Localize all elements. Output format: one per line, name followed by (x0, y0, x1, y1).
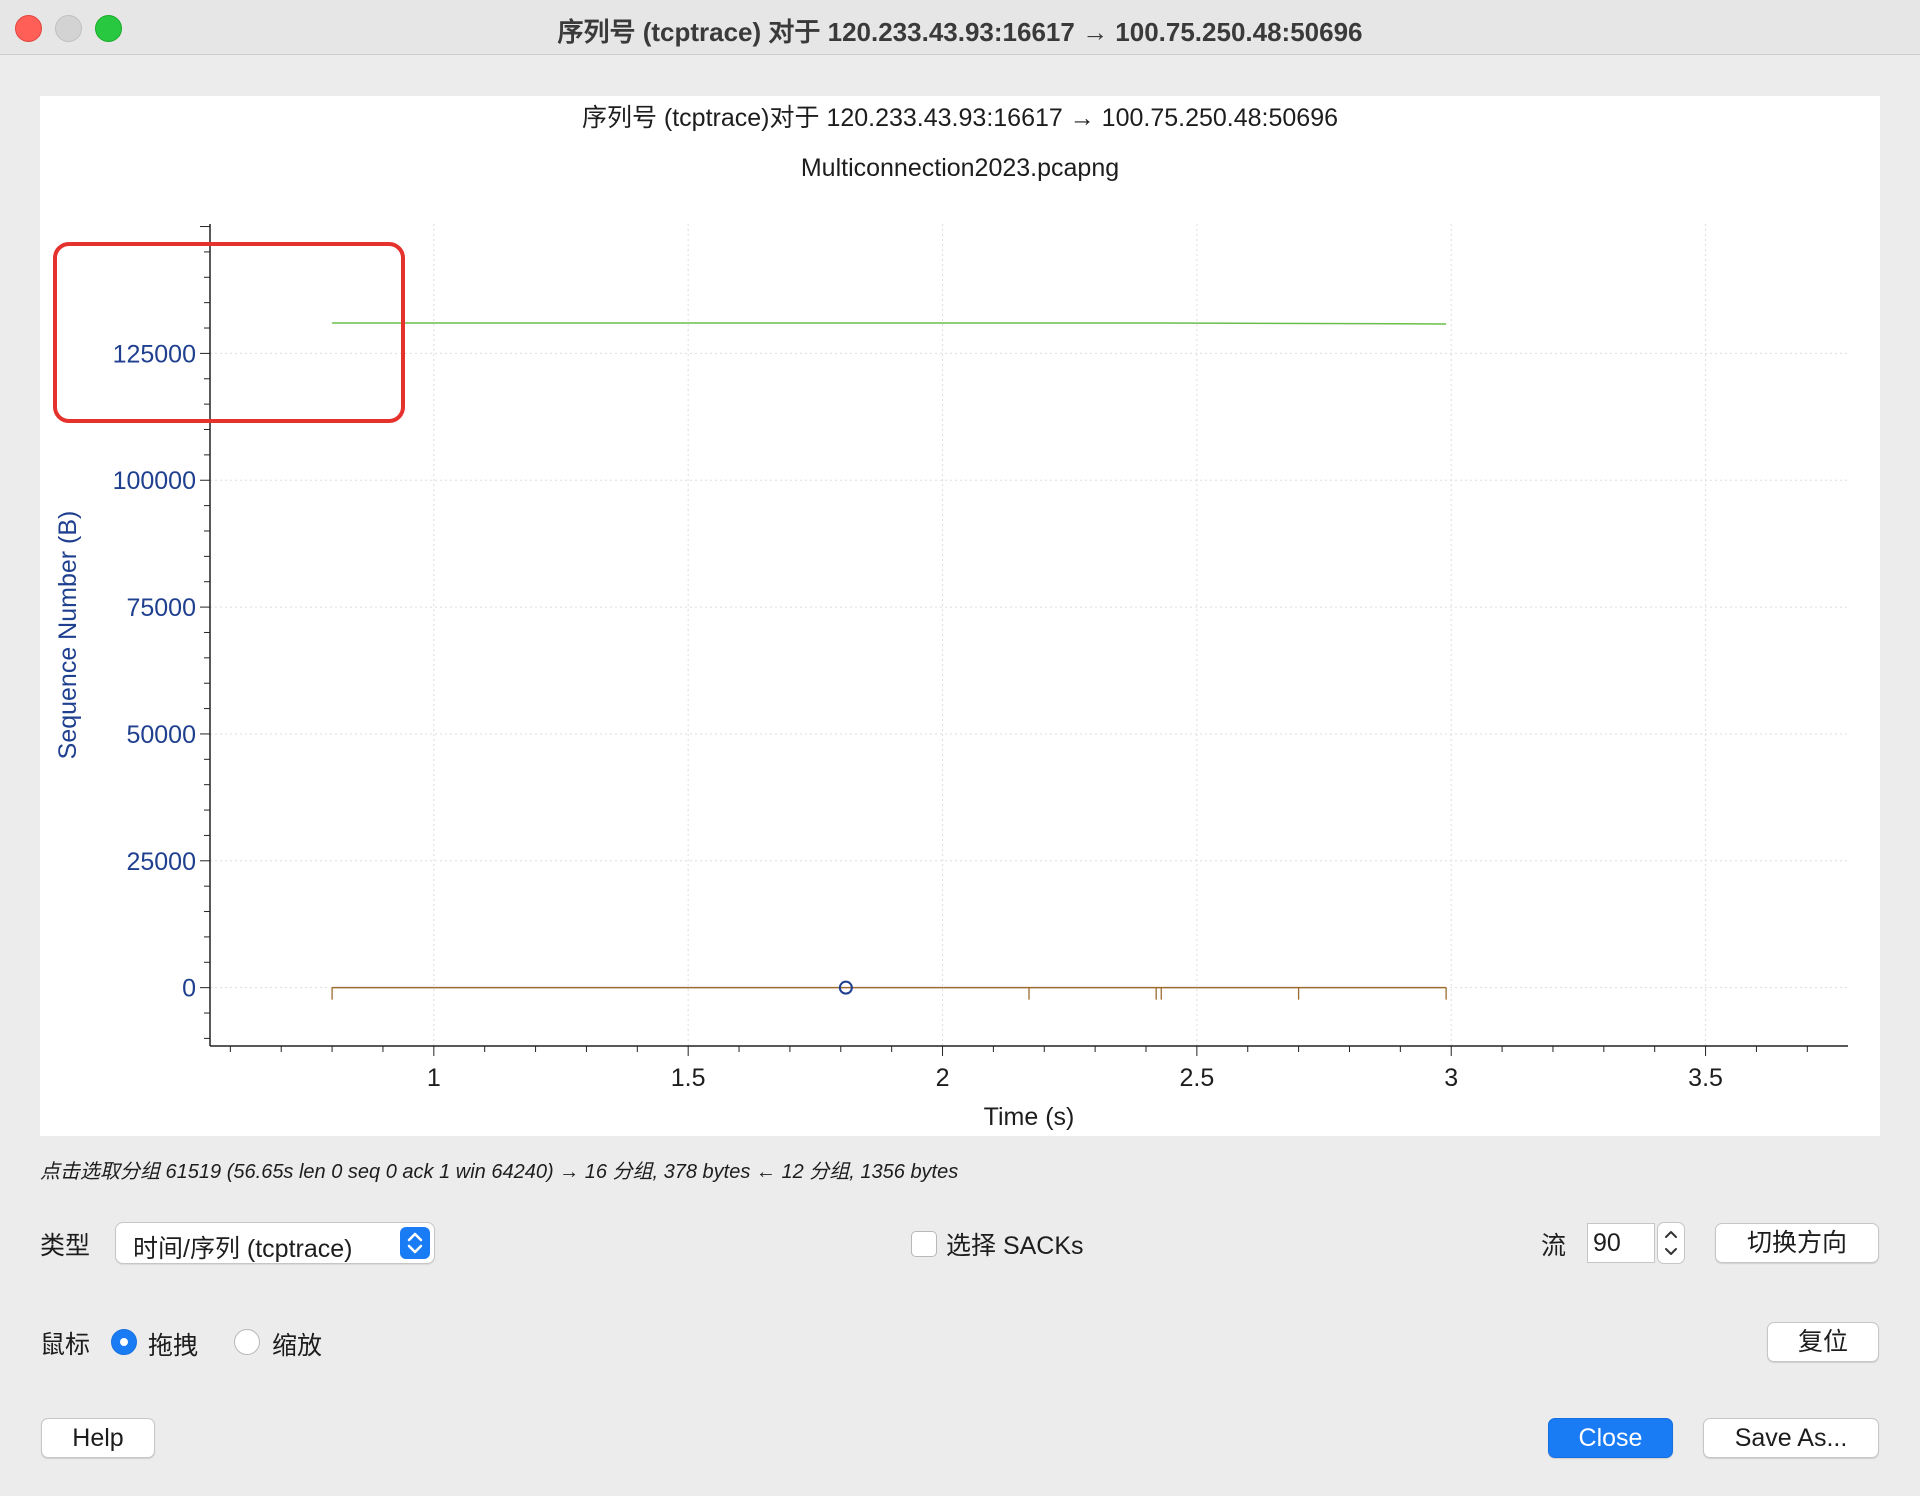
type-label: 类型 (40, 1232, 91, 1260)
stream-number-input[interactable]: 90 (1587, 1223, 1655, 1263)
sequence-number-chart[interactable]: 序列号 (tcptrace)对于 120.233.43.93:16617 → 1… (40, 96, 1880, 1136)
switch-direction-button[interactable]: 切换方向 (1715, 1223, 1879, 1263)
graph-type-select[interactable]: 时间/序列 (tcptrace) (115, 1222, 435, 1264)
window-title: 序列号 (tcptrace) 对于 120.233.43.93:16617 → … (557, 17, 1363, 47)
mouse-label: 鼠标 (40, 1331, 91, 1359)
stream-stepper[interactable] (1657, 1222, 1685, 1264)
y-tick-label: 50000 (126, 721, 196, 749)
zoom-radio[interactable] (234, 1329, 260, 1355)
graph-plot-area[interactable]: 序列号 (tcptrace)对于 120.233.43.93:16617 → 1… (40, 96, 1880, 1136)
window-titlebar: 序列号 (tcptrace) 对于 120.233.43.93:16617 → … (0, 0, 1920, 55)
x-tick-label: 3.5 (1688, 1064, 1723, 1092)
status-hint: 点击选取分组 61519 (56.65s len 0 seq 0 ack 1 w… (40, 1161, 959, 1183)
y-tick-label: 0 (182, 975, 196, 1003)
y-tick-label: 75000 (126, 594, 196, 622)
chevron-up-down-icon (400, 1227, 430, 1259)
close-button[interactable]: Close (1548, 1418, 1673, 1458)
y-tick-label: 125000 (113, 340, 196, 368)
x-tick-label: 2.5 (1179, 1064, 1214, 1092)
y-axis-label: Sequence Number (B) (54, 511, 82, 760)
stream-label: 流 (1541, 1232, 1567, 1260)
x-tick-label: 2 (936, 1064, 950, 1092)
highlight-box (53, 242, 405, 423)
series-line (332, 322, 1447, 325)
y-tick-label: 100000 (113, 467, 196, 495)
drag-radio[interactable] (111, 1329, 137, 1355)
x-tick-label: 1.5 (671, 1064, 706, 1092)
stream-number-value: 90 (1593, 1229, 1621, 1257)
help-button[interactable]: Help (41, 1418, 155, 1458)
select-sacks-label: 选择 SACKs (946, 1232, 1084, 1260)
y-tick-label: 25000 (126, 848, 196, 876)
x-tick-label: 3 (1444, 1064, 1458, 1092)
save-as-button[interactable]: Save As... (1703, 1418, 1879, 1458)
chart-subtitle: Multiconnection2023.pcapng (801, 154, 1119, 182)
chart-title: 序列号 (tcptrace)对于 120.233.43.93:16617 → 1… (582, 104, 1338, 132)
stepper-arrows-icon (1665, 1231, 1677, 1255)
reset-button[interactable]: 复位 (1767, 1322, 1879, 1362)
drag-label: 拖拽 (148, 1332, 199, 1360)
x-axis-label: Time (s) (984, 1103, 1075, 1131)
select-sacks-checkbox[interactable] (911, 1231, 937, 1257)
graph-type-value: 时间/序列 (tcptrace) (133, 1235, 353, 1263)
zoom-label: 缩放 (272, 1332, 323, 1360)
x-tick-label: 1 (427, 1064, 441, 1092)
